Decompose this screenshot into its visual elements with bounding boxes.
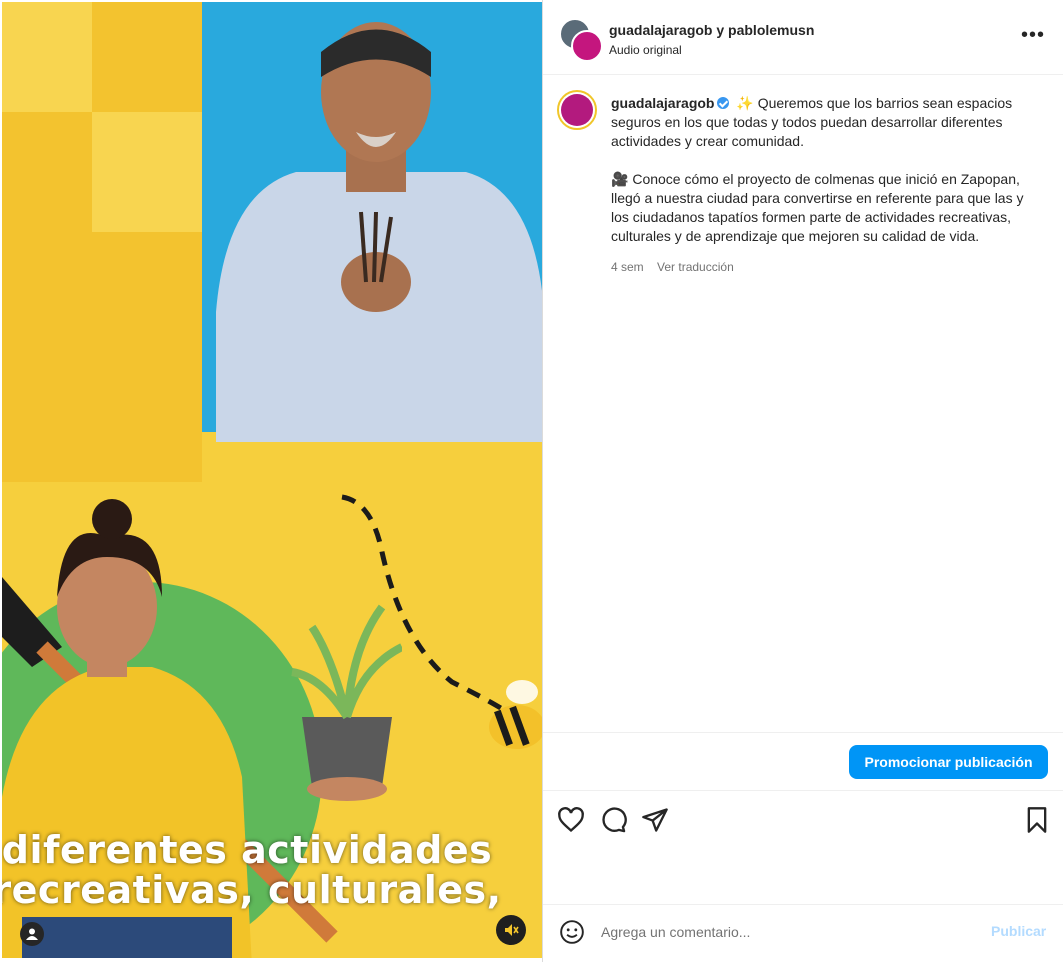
instagram-post-modal: diferentes actividades recreativas, cult…	[0, 0, 1063, 962]
comment-box: Publicar	[543, 910, 1063, 954]
post-header: guadalajaragob y pablolemusn Audio origi…	[543, 0, 1063, 75]
user-icon	[26, 928, 38, 940]
share-icon[interactable]	[641, 806, 669, 834]
speaker-muted-icon	[505, 924, 519, 936]
man-figure	[216, 22, 542, 442]
more-options-icon[interactable]: •••	[1021, 25, 1045, 45]
collab-avatars[interactable]	[559, 18, 603, 62]
divider	[543, 732, 1063, 733]
author-username[interactable]: guadalajaragob	[611, 95, 714, 111]
caption-body: guadalajaragob ✨ Queremos que los barrio…	[611, 94, 1035, 277]
collab-usernames[interactable]: guadalajaragob y pablolemusn	[609, 22, 814, 38]
verified-badge-icon	[717, 97, 730, 109]
action-bar	[543, 800, 1063, 840]
avatar	[571, 30, 603, 62]
author-avatar[interactable]	[557, 90, 597, 130]
save-icon[interactable]	[1023, 806, 1051, 834]
sparkle-emoji: ✨	[736, 95, 754, 111]
post-details-panel: guadalajaragob y pablolemusn Audio origi…	[542, 0, 1063, 962]
background-shape	[2, 2, 92, 112]
divider	[543, 904, 1063, 905]
mute-button[interactable]	[496, 915, 526, 945]
comment-input[interactable]	[599, 920, 963, 944]
audio-link[interactable]: Audio original	[609, 43, 682, 57]
background-shape	[92, 112, 202, 232]
comment-icon[interactable]	[599, 806, 627, 834]
post-video[interactable]: diferentes actividades recreativas, cult…	[2, 2, 542, 958]
post-time[interactable]: 4 sem	[611, 260, 644, 274]
bee-icon	[489, 680, 542, 749]
caption-text-2: Conoce cómo el proyecto de colmenas que …	[611, 171, 1024, 244]
video-caption-line1: diferentes actividades	[2, 828, 493, 872]
tagged-users-button[interactable]	[20, 922, 44, 946]
camera-emoji: 🎥	[611, 171, 629, 187]
translate-link[interactable]: Ver traducción	[657, 260, 734, 274]
publish-button[interactable]: Publicar	[985, 922, 1052, 940]
heart-icon[interactable]	[557, 806, 585, 834]
promote-post-button[interactable]: Promocionar publicación	[849, 745, 1048, 779]
divider	[543, 790, 1063, 791]
video-caption-line2: recreativas, culturales,	[2, 868, 502, 912]
emoji-icon[interactable]	[559, 919, 585, 945]
